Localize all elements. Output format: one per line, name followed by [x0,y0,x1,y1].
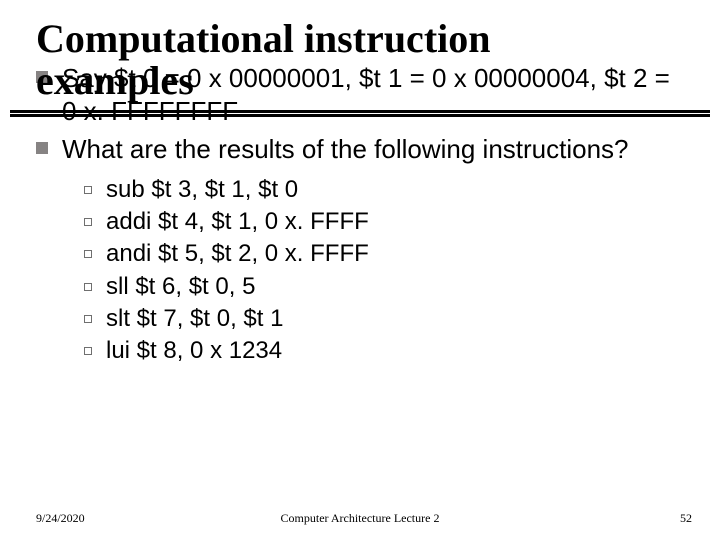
sub-item-4: sll $t 6, $t 0, 5 [80,271,680,303]
sub-text-4: sll $t 6, $t 0, 5 [106,273,255,300]
sub-item-5: slt $t 7, $t 0, $t 1 [80,303,680,335]
sub-item-2: addi $t 4, $t 1, 0 x. FFFF [80,206,680,238]
slide-title: Computational instruction examples [36,18,690,102]
title-line-1: Computational instruction [36,16,491,61]
sub-item-6: lui $t 8, 0 x 1234 [80,335,680,367]
footer-page: 52 [680,511,692,526]
body-area: Say $t 0 = 0 x 00000001, $t 1 = 0 x 0000… [36,62,680,374]
sub-text-1: sub $t 3, $t 1, $t 0 [106,176,298,203]
sub-item-3: andi $t 5, $t 2, 0 x. FFFF [80,238,680,270]
sub-item-1: sub $t 3, $t 1, $t 0 [80,174,680,206]
bullet-item-2: What are the results of the following in… [36,133,680,368]
sub-list: sub $t 3, $t 1, $t 0 addi $t 4, $t 1, 0 … [80,174,680,368]
sub-text-2: addi $t 4, $t 1, 0 x. FFFF [106,208,369,235]
sub-text-6: lui $t 8, 0 x 1234 [106,337,282,364]
sub-text-5: slt $t 7, $t 0, $t 1 [106,305,283,332]
footer-center: Computer Architecture Lecture 2 [0,511,720,526]
slide: Computational instruction examples Say $… [0,0,720,540]
bullet-list: Say $t 0 = 0 x 00000001, $t 1 = 0 x 0000… [36,62,680,368]
title-line-2: examples [36,58,194,103]
bullet-text-2: What are the results of the following in… [62,134,629,164]
sub-text-3: andi $t 5, $t 2, 0 x. FFFF [106,240,369,267]
